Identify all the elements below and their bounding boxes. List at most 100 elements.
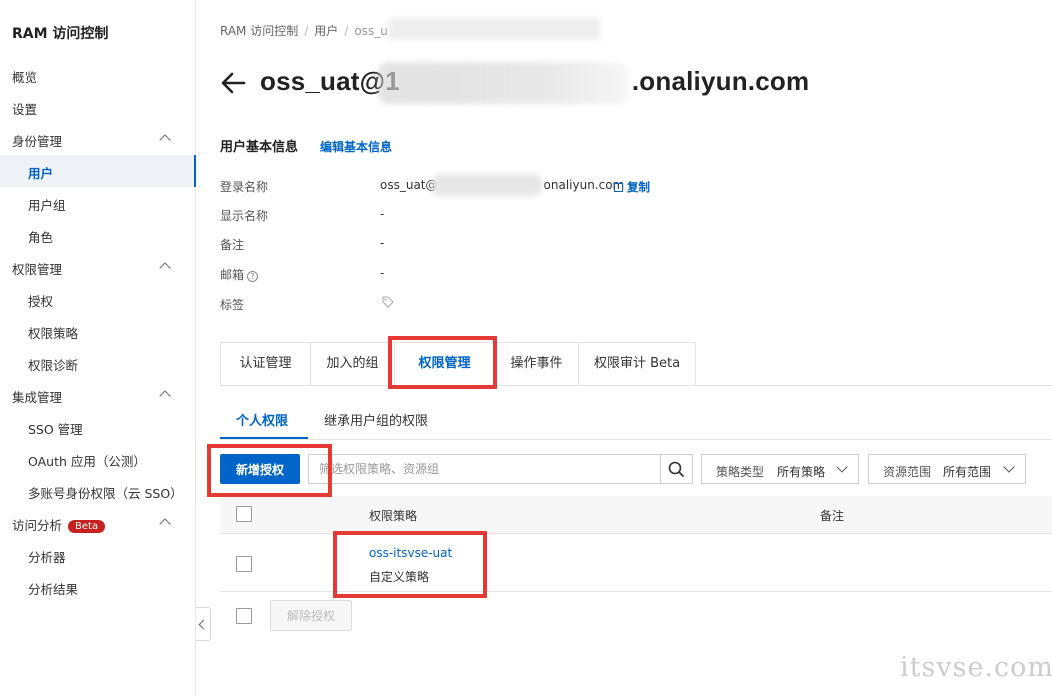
help-icon[interactable]: ?: [247, 271, 259, 282]
sidebar-item-label: 用户: [28, 166, 54, 181]
add-grant-button[interactable]: 新增授权: [220, 454, 300, 484]
chevron-left-icon: [198, 619, 209, 630]
sidebar-group-identity[interactable]: 身份管理: [0, 123, 195, 155]
sidebar-item-cloud-sso[interactable]: 多账号身份权限（云 SSO）: [0, 475, 195, 507]
chevron-up-icon: [159, 390, 171, 402]
footer-select-all-checkbox[interactable]: [236, 608, 252, 624]
sidebar-item-label: 授权: [28, 294, 54, 309]
copy-button[interactable]: 复制: [614, 179, 650, 195]
edit-basic-info-link[interactable]: 编辑基本信息: [320, 138, 392, 155]
chevron-up-icon: [159, 518, 171, 530]
login-prefix: oss_uat@: [380, 178, 438, 192]
breadcrumb-item-ram[interactable]: RAM 访问控制: [220, 24, 298, 38]
app-root: RAM 访问控制 概览 设置 身份管理 用户 用户组 角色 权限管理 授权 权限…: [0, 0, 1052, 696]
email-value: -: [380, 266, 385, 280]
chevron-down-icon: [1003, 461, 1015, 473]
chevron-down-icon: [836, 461, 848, 473]
display-name-value: -: [380, 207, 385, 221]
redaction-blur: [378, 62, 628, 104]
sidebar-item-label: 权限策略: [28, 326, 79, 341]
sidebar-item-label: 分析器: [28, 550, 66, 565]
redaction-blur: [388, 18, 600, 40]
sidebar-item-analyzer[interactable]: 分析器: [0, 539, 195, 571]
sidebar-item-label: 权限诊断: [28, 358, 79, 373]
table-header: 权限策略 备注: [220, 496, 1052, 534]
sidebar-item-users[interactable]: 用户: [0, 155, 196, 187]
remark-value: -: [380, 236, 385, 250]
sidebar-item-settings[interactable]: 设置: [0, 91, 195, 123]
sidebar-item-diagnosis[interactable]: 权限诊断: [0, 347, 195, 379]
row-checkbox[interactable]: [236, 556, 252, 572]
search-button[interactable]: [660, 454, 693, 484]
scope-value: 所有范围: [943, 465, 992, 479]
sidebar: RAM 访问控制 概览 设置 身份管理 用户 用户组 角色 权限管理 授权 权限…: [0, 0, 196, 696]
copy-icon: [614, 183, 623, 192]
policy-type-text: 自定义策略: [369, 570, 430, 584]
subtab-personal[interactable]: 个人权限: [236, 410, 288, 429]
sidebar-item-label: SSO 管理: [28, 422, 83, 437]
table-row: [220, 534, 1052, 592]
breadcrumb: RAM 访问控制 / 用户 / oss_u: [220, 22, 388, 39]
sidebar-item-label: 身份管理: [12, 134, 63, 149]
chevron-up-icon: [159, 262, 171, 274]
breadcrumb-separator: /: [304, 24, 309, 38]
breadcrumb-item-current: oss_u: [354, 24, 388, 38]
sidebar-item-analysis-results[interactable]: 分析结果: [0, 571, 195, 603]
scope-select[interactable]: 资源范围 所有范围: [868, 454, 1026, 484]
sidebar-item-label: 设置: [12, 102, 38, 117]
policy-type-label: 策略类型: [716, 465, 765, 479]
sidebar-item-roles[interactable]: 角色: [0, 219, 195, 251]
sidebar-item-label-wrap: 访问分析 Beta: [12, 515, 106, 534]
sidebar-item-oauth[interactable]: OAuth 应用（公测）: [0, 443, 195, 475]
sidebar-item-overview[interactable]: 概览: [0, 59, 195, 91]
sidebar-item-label: 概览: [12, 70, 38, 85]
tab-events[interactable]: 操作事件: [494, 342, 578, 386]
basic-info-title: 用户基本信息: [220, 140, 299, 155]
sidebar-item-label: 多账号身份权限（云 SSO）: [28, 486, 183, 501]
sidebar-group-permissions[interactable]: 权限管理: [0, 251, 195, 283]
tags-label: 标签: [220, 298, 245, 312]
sidebar-item-label: 权限管理: [12, 262, 63, 277]
policy-type-value: 所有策略: [777, 465, 826, 479]
chevron-up-icon: [159, 134, 171, 146]
tab-audit[interactable]: 权限审计 Beta: [578, 342, 696, 386]
watermark: itsvse.com: [900, 652, 1052, 683]
sidebar-item-label: 访问分析: [12, 518, 63, 533]
subtab-inherited[interactable]: 继承用户组的权限: [324, 410, 428, 429]
select-all-checkbox[interactable]: [236, 506, 252, 522]
breadcrumb-separator: /: [344, 24, 349, 38]
sidebar-group-access-analysis[interactable]: 访问分析 Beta: [0, 507, 195, 539]
search-icon: [668, 461, 684, 477]
display-name-label: 显示名称: [220, 209, 269, 223]
sidebar-item-grants[interactable]: 授权: [0, 283, 195, 315]
sidebar-collapse-button[interactable]: [196, 607, 211, 641]
column-header-policy: 权限策略: [369, 509, 418, 523]
login-name-label: 登录名称: [220, 180, 269, 194]
breadcrumb-item-users[interactable]: 用户: [314, 24, 338, 38]
policy-search-input[interactable]: [308, 454, 660, 484]
sidebar-item-label: 角色: [28, 230, 54, 245]
revoke-grant-button[interactable]: 解除授权: [270, 600, 352, 631]
sidebar-item-user-groups[interactable]: 用户组: [0, 187, 195, 219]
page-title-suffix: .onaliyun.com: [631, 66, 810, 96]
redaction-blur: [432, 174, 542, 196]
sidebar-title: RAM 访问控制: [12, 26, 109, 42]
scope-label: 资源范围: [883, 465, 932, 479]
sidebar-item-sso[interactable]: SSO 管理: [0, 411, 195, 443]
sidebar-item-policies[interactable]: 权限策略: [0, 315, 195, 347]
subtab-active-indicator: [220, 437, 308, 439]
sidebar-item-label: 分析结果: [28, 582, 79, 597]
back-arrow-icon[interactable]: [220, 70, 246, 96]
tab-groups[interactable]: 加入的组: [310, 342, 394, 386]
tab-permissions[interactable]: 权限管理: [394, 342, 494, 386]
policy-type-select[interactable]: 策略类型 所有策略: [701, 454, 859, 484]
sidebar-item-label: 用户组: [28, 198, 66, 213]
email-label-wrap: 邮箱?: [220, 266, 259, 283]
email-label: 邮箱: [220, 268, 245, 282]
sidebar-group-integration[interactable]: 集成管理: [0, 379, 195, 411]
tab-auth[interactable]: 认证管理: [220, 342, 310, 386]
column-header-remark: 备注: [820, 509, 845, 523]
policy-name-link[interactable]: oss-itsvse-uat: [369, 546, 452, 560]
beta-badge: Beta: [68, 520, 106, 533]
tag-icon[interactable]: [382, 296, 394, 308]
